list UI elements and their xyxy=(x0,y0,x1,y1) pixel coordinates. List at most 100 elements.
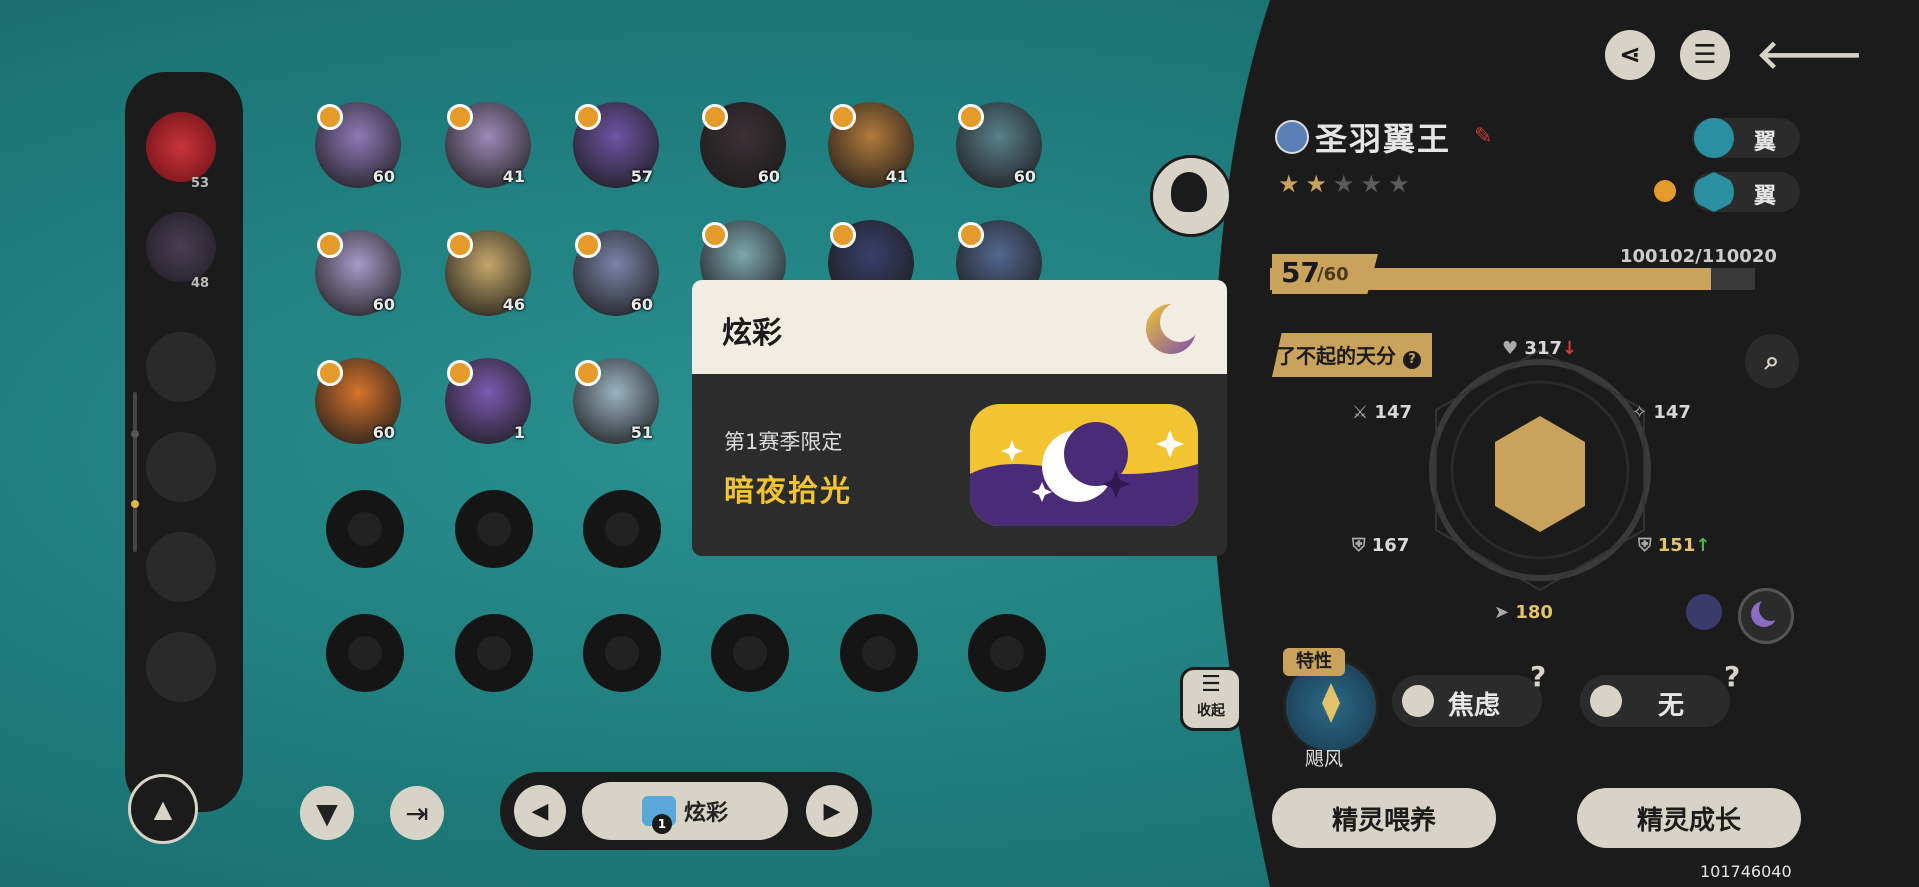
pet-silhouette-icon xyxy=(605,512,639,546)
list-icon[interactable]: ☰ xyxy=(1680,30,1730,80)
pet-card[interactable]: 60 xyxy=(315,358,401,444)
star-icon xyxy=(1402,685,1434,717)
pet-level: 46 xyxy=(502,295,525,314)
orange-badge-icon xyxy=(830,104,856,130)
pet-card[interactable]: 60 xyxy=(573,230,659,316)
feed-label: 精灵喂养 xyxy=(1331,805,1436,836)
night-moon-illustration xyxy=(970,404,1198,526)
pet-card[interactable]: 57 xyxy=(573,102,659,188)
pet-silhouette-icon xyxy=(348,636,382,670)
pin-icon[interactable]: ✎ xyxy=(1474,124,1492,149)
pet-ability-icon[interactable] xyxy=(1150,155,1232,237)
pet-silhouette-icon xyxy=(348,512,382,546)
feed-button[interactable]: 精灵喂养 xyxy=(1272,788,1496,848)
empty-pet-slot[interactable] xyxy=(968,614,1046,692)
pet-level: 60 xyxy=(372,423,395,442)
empty-pet-slot[interactable] xyxy=(711,614,789,692)
team-slot-4[interactable] xyxy=(146,432,216,502)
type-pill-2[interactable]: 翼 xyxy=(1692,172,1800,212)
pet-level: 51 xyxy=(630,423,653,442)
prev-arrow-icon: ◀ xyxy=(531,798,549,824)
pet-card[interactable]: 60 xyxy=(956,102,1042,188)
skin-selector-button[interactable]: 1 炫彩 xyxy=(582,782,788,840)
next-arrow-button[interactable]: ▶ xyxy=(806,785,858,837)
filter-icon[interactable]: ▼ xyxy=(300,786,354,840)
grow-button[interactable]: 精灵成长 xyxy=(1577,788,1801,848)
orange-badge-icon xyxy=(317,232,343,258)
skin-popup: 炫彩 第1赛季限定 暗夜拾光 xyxy=(692,280,1227,556)
team-slot-3[interactable] xyxy=(146,332,216,402)
skin-type-icon: 1 xyxy=(641,796,676,834)
empty-pet-slot[interactable] xyxy=(583,490,661,568)
pet-card[interactable]: 60 xyxy=(700,102,786,188)
popup-header: 炫彩 xyxy=(692,280,1227,374)
pet-card[interactable]: 51 xyxy=(573,358,659,444)
sp-shield-icon: ⛨ xyxy=(1638,535,1652,556)
orange-badge-icon xyxy=(702,222,728,248)
pet-level: 41 xyxy=(885,167,908,186)
item-pill[interactable]: 无 xyxy=(1580,675,1730,727)
item-help-icon[interactable]: ? xyxy=(1724,660,1740,693)
empty-pet-slot[interactable] xyxy=(326,490,404,568)
orange-badge-icon xyxy=(830,222,856,248)
prev-arrow-button[interactable]: ◀ xyxy=(514,785,566,837)
empty-pet-slot[interactable] xyxy=(326,614,404,692)
skin-name: 暗夜拾光 xyxy=(724,474,852,509)
team-slot-6[interactable] xyxy=(146,632,216,702)
pet-card[interactable]: 41 xyxy=(445,102,531,188)
nature-help-icon[interactable]: ? xyxy=(1530,660,1546,693)
team-slot-2[interactable] xyxy=(146,212,216,282)
popup-body: 第1赛季限定 暗夜拾光 xyxy=(692,374,1227,556)
pet-card[interactable]: 46 xyxy=(445,230,531,316)
back-arrow-icon[interactable]: 🡐 xyxy=(1756,30,1863,80)
pet-name: 圣羽翼王 xyxy=(1315,120,1452,158)
empty-pet-slot[interactable] xyxy=(840,614,918,692)
stat-speed: ➤ 180 xyxy=(1494,602,1553,623)
list-collapse-icon: ☰ xyxy=(1201,672,1221,697)
sword-icon: ⚔ xyxy=(1352,402,1369,423)
wizard-hat-icon[interactable]: ▲ xyxy=(128,774,198,844)
collapse-label: 收起 xyxy=(1197,703,1225,719)
empty-pet-slot[interactable] xyxy=(455,490,533,568)
nature-pill[interactable]: 焦虑 xyxy=(1392,675,1542,727)
magnifier-icon[interactable]: ⌕ xyxy=(1745,334,1799,388)
pet-card[interactable]: 1 xyxy=(445,358,531,444)
team-slot-2-level: 48 xyxy=(191,276,210,291)
pet-silhouette-icon xyxy=(733,636,767,670)
moon-skin-icon[interactable] xyxy=(1738,588,1794,644)
pet-card[interactable]: 41 xyxy=(828,102,914,188)
team-sidebar: 53 48 xyxy=(125,72,243,812)
empty-pet-slot[interactable] xyxy=(583,614,661,692)
orange-badge-icon xyxy=(575,232,601,258)
orange-badge-icon xyxy=(958,222,984,248)
pet-level: 60 xyxy=(630,295,653,314)
collapse-button[interactable]: ☰ 收起 xyxy=(1180,667,1242,731)
shield-icon: ⛨ xyxy=(1352,535,1366,556)
page-dot xyxy=(131,430,139,438)
stat-def: ⛨ 167 xyxy=(1352,535,1410,556)
pet-card[interactable]: 60 xyxy=(315,230,401,316)
pet-silhouette-icon xyxy=(605,636,639,670)
help-icon: ? xyxy=(1402,351,1421,369)
crystal-icon xyxy=(1322,683,1340,723)
skin-preview-card[interactable] xyxy=(970,404,1198,526)
pet-silhouette-icon xyxy=(862,636,896,670)
empty-pet-slot[interactable] xyxy=(455,614,533,692)
triangle-item-icon xyxy=(1590,685,1622,717)
type-pill-1[interactable]: 翼 xyxy=(1692,118,1800,158)
orange-badge-icon xyxy=(317,104,343,130)
exit-door-icon[interactable]: ⇥ xyxy=(390,786,444,840)
team-slot-5[interactable] xyxy=(146,532,216,602)
pet-card[interactable]: 60 xyxy=(315,102,401,188)
pet-silhouette-icon xyxy=(477,636,511,670)
team-slot-1[interactable] xyxy=(146,112,216,182)
pet-level: 41 xyxy=(502,167,525,186)
up-arrow-icon: ↑ xyxy=(1695,535,1711,556)
orange-badge-icon xyxy=(575,360,601,386)
pet-element-icon xyxy=(1275,120,1309,154)
pet-level: 60 xyxy=(372,167,395,186)
fruit-icon xyxy=(1654,180,1676,202)
share-icon[interactable]: ⋖ xyxy=(1605,30,1655,80)
sidebar-scrollbar[interactable] xyxy=(133,392,137,552)
skin-navigator: ◀ 1 炫彩 ▶ xyxy=(500,772,872,850)
